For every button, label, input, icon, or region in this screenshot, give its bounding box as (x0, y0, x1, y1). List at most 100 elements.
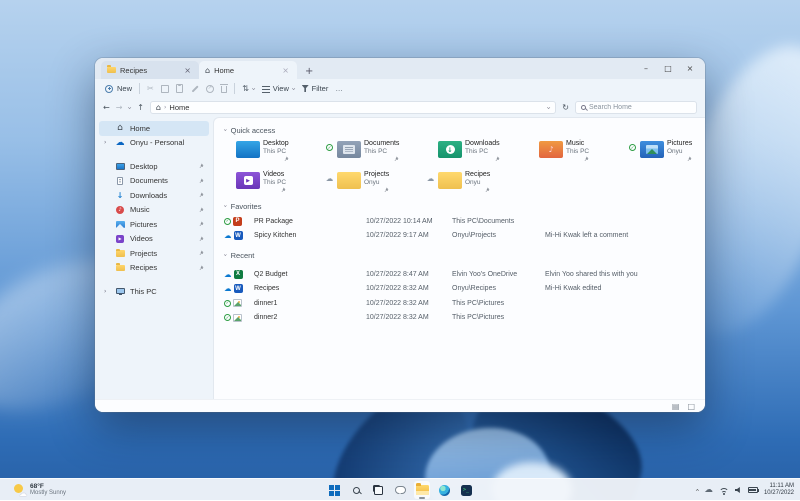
system-tray: › ☁ 11:11 AM 10/27/2022 (696, 479, 794, 501)
weather-widget[interactable]: ☁ 68°F Mostly Sunny (14, 479, 66, 501)
close-tab-icon[interactable]: × (182, 66, 193, 75)
onedrive-tray-icon[interactable]: ☁ (704, 486, 713, 495)
tile-recipes[interactable]: ☁ Recipes Onyu (426, 170, 522, 193)
file-row-q2-budget[interactable]: ☁ X Q2 Budget 10/27/2022 8:47 AM Elvin Y… (224, 267, 705, 282)
sidebar-item-this-pc[interactable]: › This PC (99, 284, 209, 299)
file-location: This PC\Pictures (452, 300, 545, 307)
large-icons-view-icon[interactable]: □ (687, 402, 695, 411)
tile-location: Onyu (364, 179, 389, 186)
search-button[interactable] (348, 481, 364, 499)
sidebar-item-label: Desktop (130, 162, 158, 171)
file-date: 10/27/2022 10:14 AM (366, 218, 452, 225)
sidebar-item-desktop[interactable]: Desktop (99, 159, 209, 174)
clock[interactable]: 11:11 AM 10/27/2022 (764, 483, 794, 497)
chevron-down-icon: › (249, 87, 257, 90)
refresh-icon[interactable]: ↻ (562, 103, 569, 112)
sidebar-item-recipes[interactable]: Recipes (99, 261, 209, 276)
pin-icon (283, 156, 289, 162)
collapse-chevron-icon[interactable]: › (221, 254, 229, 257)
file-row-spicy-kitchen[interactable]: ☁ W Spicy Kitchen 10/27/2022 9:17 AM Ony… (224, 229, 705, 244)
expand-chevron-icon[interactable]: › (104, 288, 110, 295)
file-row-dinner2[interactable]: ✓ dinner2 10/27/2022 8:32 AM This PC\Pic… (224, 311, 705, 326)
tile-pictures[interactable]: ✓ Pictures Onyu (628, 139, 705, 162)
file-explorer-icon (416, 485, 429, 495)
start-button[interactable] (326, 481, 342, 499)
tile-music[interactable]: ♪ Music This PC (527, 139, 623, 162)
tile-projects[interactable]: ☁ Projects Onyu (325, 170, 421, 193)
file-explorer-button[interactable] (414, 481, 430, 499)
task-view-button[interactable] (370, 481, 386, 499)
file-row-dinner1[interactable]: ✓ dinner1 10/27/2022 8:32 AM This PC\Pic… (224, 296, 705, 311)
image-file-icon (233, 314, 242, 322)
search-input[interactable] (589, 104, 691, 111)
minimize-button[interactable]: – (635, 64, 657, 73)
file-date: 10/27/2022 8:47 AM (366, 271, 452, 278)
edge-button[interactable] (436, 481, 452, 499)
section-quick-access[interactable]: › Quick access (224, 123, 705, 137)
sidebar-item-downloads[interactable]: ↓ Downloads (99, 188, 209, 203)
copy-icon[interactable] (161, 85, 169, 93)
close-tab-icon[interactable]: × (280, 66, 291, 75)
file-name: dinner1 (254, 300, 366, 307)
new-tab-button[interactable]: + (305, 66, 313, 77)
sort-button[interactable]: ⇅ › (242, 84, 255, 93)
music-folder-icon: ♪ (539, 141, 563, 158)
battery-icon[interactable] (748, 487, 758, 493)
forward-icon[interactable]: → (116, 103, 123, 112)
search-box[interactable] (575, 101, 697, 114)
chevron-down-icon[interactable]: › (545, 106, 553, 109)
sidebar-item-documents[interactable]: Documents (99, 174, 209, 189)
hidden-icons-chevron[interactable]: › (693, 489, 701, 492)
close-button[interactable]: × (679, 64, 701, 73)
plus-icon (105, 85, 113, 93)
documents-folder-icon (337, 141, 361, 158)
rename-icon[interactable] (190, 84, 199, 93)
home-icon: ⌂ (156, 103, 161, 112)
search-icon (353, 487, 360, 494)
volume-icon[interactable] (735, 487, 742, 493)
terminal-button[interactable]: >_ (458, 481, 474, 499)
tile-downloads[interactable]: ↓ Downloads This PC (426, 139, 522, 162)
more-options-button[interactable]: … (335, 84, 343, 93)
expand-chevron-icon[interactable]: › (104, 139, 110, 146)
section-favorites[interactable]: › Favorites (224, 199, 705, 213)
paste-icon[interactable] (176, 84, 183, 93)
onedrive-cloud-icon: ☁ (115, 138, 125, 148)
sidebar-item-home[interactable]: ⌂ Home (99, 121, 209, 136)
tile-desktop[interactable]: Desktop This PC (224, 139, 320, 162)
new-button-label: New (117, 84, 132, 93)
tab-home[interactable]: ⌂ Home × (199, 61, 297, 79)
up-icon[interactable]: ↑ (137, 103, 144, 112)
chat-button[interactable] (392, 481, 408, 499)
view-button[interactable]: View › (262, 84, 295, 93)
sidebar-item-videos[interactable]: ▶ Videos (99, 232, 209, 247)
details-view-icon[interactable]: ▤ (672, 402, 680, 411)
address-field[interactable]: ⌂ › Home › (150, 101, 556, 114)
cut-icon[interactable]: ✂ (147, 84, 154, 93)
tile-videos[interactable]: ▶ Videos This PC (224, 170, 320, 193)
maximize-button[interactable]: □ (657, 64, 679, 73)
sidebar-item-pictures[interactable]: Pictures (99, 217, 209, 232)
sidebar-item-label: Music (130, 205, 150, 214)
delete-icon[interactable] (221, 86, 228, 94)
tab-recipes[interactable]: Recipes × (101, 61, 199, 79)
recent-locations-icon[interactable]: › (126, 106, 134, 109)
share-icon[interactable] (206, 85, 214, 93)
tile-documents[interactable]: ✓ Documents This PC (325, 139, 421, 162)
collapse-chevron-icon[interactable]: › (221, 129, 229, 132)
section-recent[interactable]: › Recent (224, 248, 705, 262)
wifi-icon[interactable] (719, 486, 729, 494)
sidebar-item-projects[interactable]: Projects (99, 246, 209, 261)
cloud-status-icon: ☁ (224, 232, 232, 240)
filter-button[interactable]: Filter (302, 84, 329, 93)
collapse-chevron-icon[interactable]: › (221, 205, 229, 208)
back-icon[interactable]: ← (103, 103, 110, 112)
breadcrumb[interactable]: Home (169, 103, 189, 112)
new-button[interactable]: New (105, 84, 132, 93)
file-row-recipes[interactable]: ☁ W Recipes 10/27/2022 8:32 AM Onyu\Reci… (224, 282, 705, 297)
sidebar-item-music[interactable]: ♪ Music (99, 203, 209, 218)
pin-icon (686, 156, 692, 162)
file-row-pr-package[interactable]: ✓ P PR Package 10/27/2022 10:14 AM This … (224, 214, 705, 229)
sidebar-item-onedrive[interactable]: › ☁ Onyu - Personal (99, 136, 209, 151)
sidebar-item-label: Recipes (130, 263, 157, 272)
